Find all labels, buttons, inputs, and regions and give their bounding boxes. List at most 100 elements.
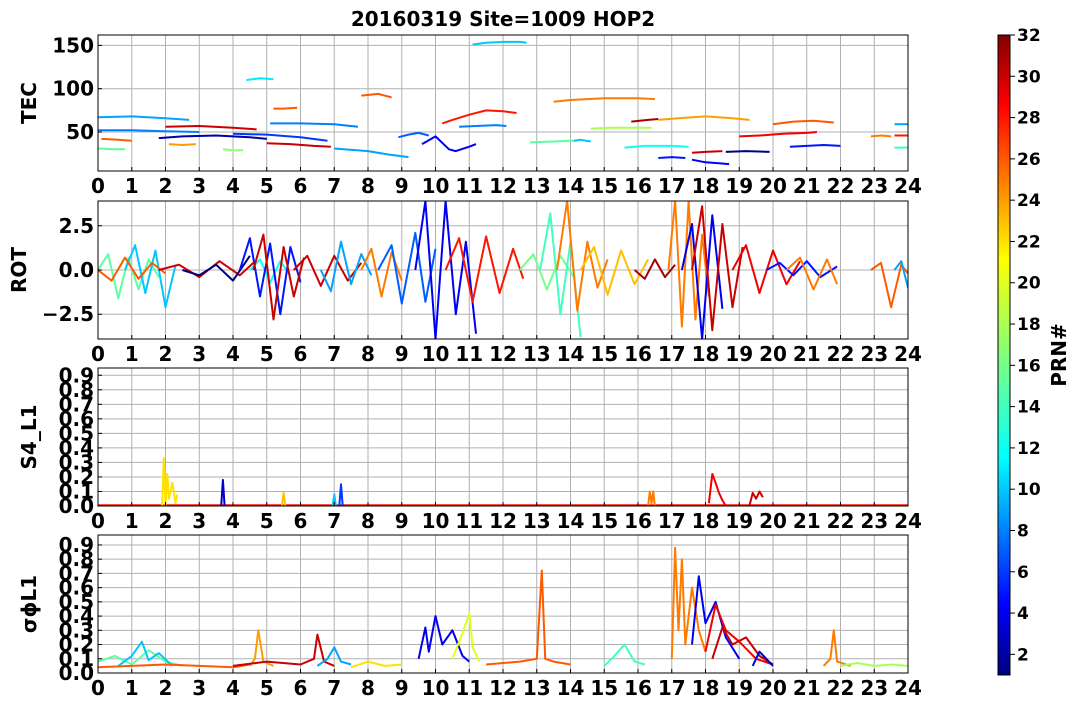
series-line-prn-9 bbox=[334, 147, 409, 159]
x-tick-label: 8 bbox=[361, 509, 375, 533]
x-tick-label: 24 bbox=[894, 174, 922, 198]
x-tick-label: 9 bbox=[395, 509, 409, 533]
x-tick-label: 18 bbox=[692, 174, 720, 198]
x-tick-label: 13 bbox=[523, 676, 551, 700]
x-tick-label: 9 bbox=[395, 676, 409, 700]
x-tick-label: 19 bbox=[725, 342, 753, 366]
panel-tec: 0 1 2 3 4 5 6 7 8 9 10 11 12 13 14 15 16 17 18 19 20 21 22 23 24… bbox=[17, 33, 922, 198]
series-line-prn-26 bbox=[772, 119, 834, 126]
series-line-prn-7 bbox=[398, 131, 430, 139]
x-tick-label: 14 bbox=[557, 676, 585, 700]
series-line-prn-25 bbox=[822, 629, 851, 667]
x-tick-label: 1 bbox=[125, 174, 139, 198]
x-tick-label: 7 bbox=[327, 676, 341, 700]
series-line-prn-5 bbox=[789, 144, 841, 148]
series-line-prn-25 bbox=[670, 546, 707, 659]
series-line-prn-23 bbox=[280, 491, 287, 506]
x-tick-label: 17 bbox=[658, 174, 686, 198]
series-line-prn-30 bbox=[691, 150, 723, 154]
x-tick-label: 16 bbox=[624, 509, 652, 533]
x-tick-label: 19 bbox=[725, 509, 753, 533]
x-tick-label: 19 bbox=[725, 174, 753, 198]
x-tick-label: 1 bbox=[125, 676, 139, 700]
x-tick-label: 14 bbox=[557, 174, 585, 198]
x-tick-label: 0 bbox=[91, 174, 105, 198]
series-line-prn-5 bbox=[658, 156, 686, 159]
series-line-prn-1 bbox=[725, 150, 770, 153]
figure: 20160319 Site=1009 HOP2 0 1 2 3 4 5 6 7 8 9 10 11 12… bbox=[0, 0, 1077, 709]
x-tick-label: 1 bbox=[125, 342, 139, 366]
x-tick-label: 20 bbox=[759, 676, 787, 700]
x-tick-label: 11 bbox=[455, 509, 483, 533]
series-line-prn-26 bbox=[101, 137, 132, 142]
x-tick-label: 12 bbox=[489, 509, 517, 533]
x-tick-label: 21 bbox=[793, 342, 821, 366]
y-axis-label: ROT bbox=[7, 247, 31, 293]
x-tick-label: 4 bbox=[226, 676, 240, 700]
series-line-prn-29 bbox=[707, 473, 727, 506]
colorbar-tick-label: 18 bbox=[1017, 315, 1041, 335]
x-tick-label: 9 bbox=[395, 174, 409, 198]
panel-s4-l1: 0 1 2 3 4 5 6 7 8 9 10 11 12 13 14 15 16 17 18 19 20 21 22 23 24… bbox=[17, 363, 922, 533]
series-line-prn-10 bbox=[573, 138, 591, 143]
x-tick-label: 23 bbox=[860, 509, 888, 533]
x-tick-label: 6 bbox=[294, 509, 308, 533]
colorbar-tick-label: 22 bbox=[1017, 232, 1041, 252]
x-tick-label: 21 bbox=[793, 509, 821, 533]
x-tick-label: 6 bbox=[294, 342, 308, 366]
x-tick-label: 20 bbox=[759, 174, 787, 198]
series-line-prn-17 bbox=[222, 148, 244, 152]
series-line-prn-25 bbox=[647, 490, 656, 506]
x-tick-label: 7 bbox=[327, 174, 341, 198]
y-tick-label: 0.0 bbox=[59, 258, 94, 282]
x-tick-label: 18 bbox=[692, 676, 720, 700]
series-line-prn-22 bbox=[161, 457, 179, 506]
colorbar-tick-label: 28 bbox=[1017, 109, 1041, 129]
colorbar-tick-label: 32 bbox=[1017, 26, 1041, 46]
series-line-prn-26 bbox=[273, 106, 298, 110]
y-axis-label: σϕL1 bbox=[17, 575, 41, 633]
y-tick-label: 2.5 bbox=[59, 214, 94, 238]
panel-rot: 0 1 2 3 4 5 6 7 8 9 10 11 12 13 14 15 16 17 18 19 20 21 22 23 24… bbox=[7, 200, 922, 366]
series-line-prn-11 bbox=[246, 77, 274, 81]
series-line-prn-9 bbox=[98, 115, 190, 121]
series-line-prn-15 bbox=[98, 147, 125, 151]
x-tick-label: 20 bbox=[759, 342, 787, 366]
colorbar-tick-label: 6 bbox=[1017, 563, 1029, 583]
x-tick-label: 10 bbox=[422, 676, 450, 700]
series-line-prn-30 bbox=[266, 142, 331, 148]
colorbar-tick-label: 12 bbox=[1017, 439, 1041, 459]
x-tick-label: 5 bbox=[260, 676, 274, 700]
x-tick-label: 12 bbox=[489, 342, 517, 366]
x-tick-label: 11 bbox=[455, 174, 483, 198]
x-tick-label: 10 bbox=[422, 174, 450, 198]
series-line-prn-24 bbox=[168, 143, 196, 146]
x-tick-label: 18 bbox=[692, 342, 720, 366]
x-tick-label: 2 bbox=[159, 342, 173, 366]
series-line-prn-30 bbox=[232, 633, 335, 667]
x-tick-label: 6 bbox=[294, 676, 308, 700]
series-line-prn-31 bbox=[631, 118, 659, 123]
figure-canvas: 20160319 Site=1009 HOP2 0 1 2 3 4 5 6 7 8 9 10 11 12… bbox=[7, 7, 1071, 700]
series-line-prn-28 bbox=[441, 109, 517, 125]
x-tick-label: 24 bbox=[894, 676, 922, 700]
colorbar-tick-label: 26 bbox=[1017, 150, 1041, 170]
series-line-prn-30 bbox=[165, 125, 257, 131]
chart-title: 20160319 Site=1009 HOP2 bbox=[351, 7, 655, 31]
x-tick-label: 9 bbox=[395, 342, 409, 366]
x-tick-label: 22 bbox=[827, 174, 855, 198]
x-tick-label: 1 bbox=[125, 509, 139, 533]
series-line-prn-24 bbox=[249, 629, 274, 667]
x-tick-label: 17 bbox=[658, 676, 686, 700]
x-tick-label: 2 bbox=[159, 509, 173, 533]
series-line-prn-4 bbox=[417, 615, 470, 663]
x-tick-label: 4 bbox=[226, 174, 240, 198]
y-tick-label: 0.9 bbox=[59, 363, 94, 387]
series-line-prn-25 bbox=[556, 201, 609, 312]
y-axis-label: TEC bbox=[17, 82, 41, 124]
x-tick-label: 8 bbox=[361, 342, 375, 366]
colorbar-gradient bbox=[997, 34, 1011, 676]
x-tick-label: 24 bbox=[894, 509, 922, 533]
x-tick-label: 15 bbox=[590, 509, 618, 533]
x-tick-label: 23 bbox=[860, 342, 888, 366]
